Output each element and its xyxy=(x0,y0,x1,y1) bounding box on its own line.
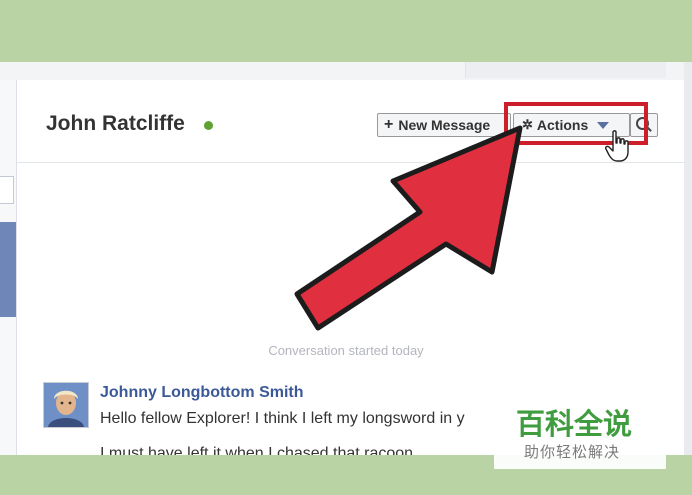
watermark-subtitle: 助你轻松解决 xyxy=(524,443,621,461)
watermark-logo: 百科全说 助你轻松解决 xyxy=(494,387,666,469)
red-arrow-shape xyxy=(294,125,523,331)
watermark-title: 百科全说 xyxy=(516,407,633,441)
